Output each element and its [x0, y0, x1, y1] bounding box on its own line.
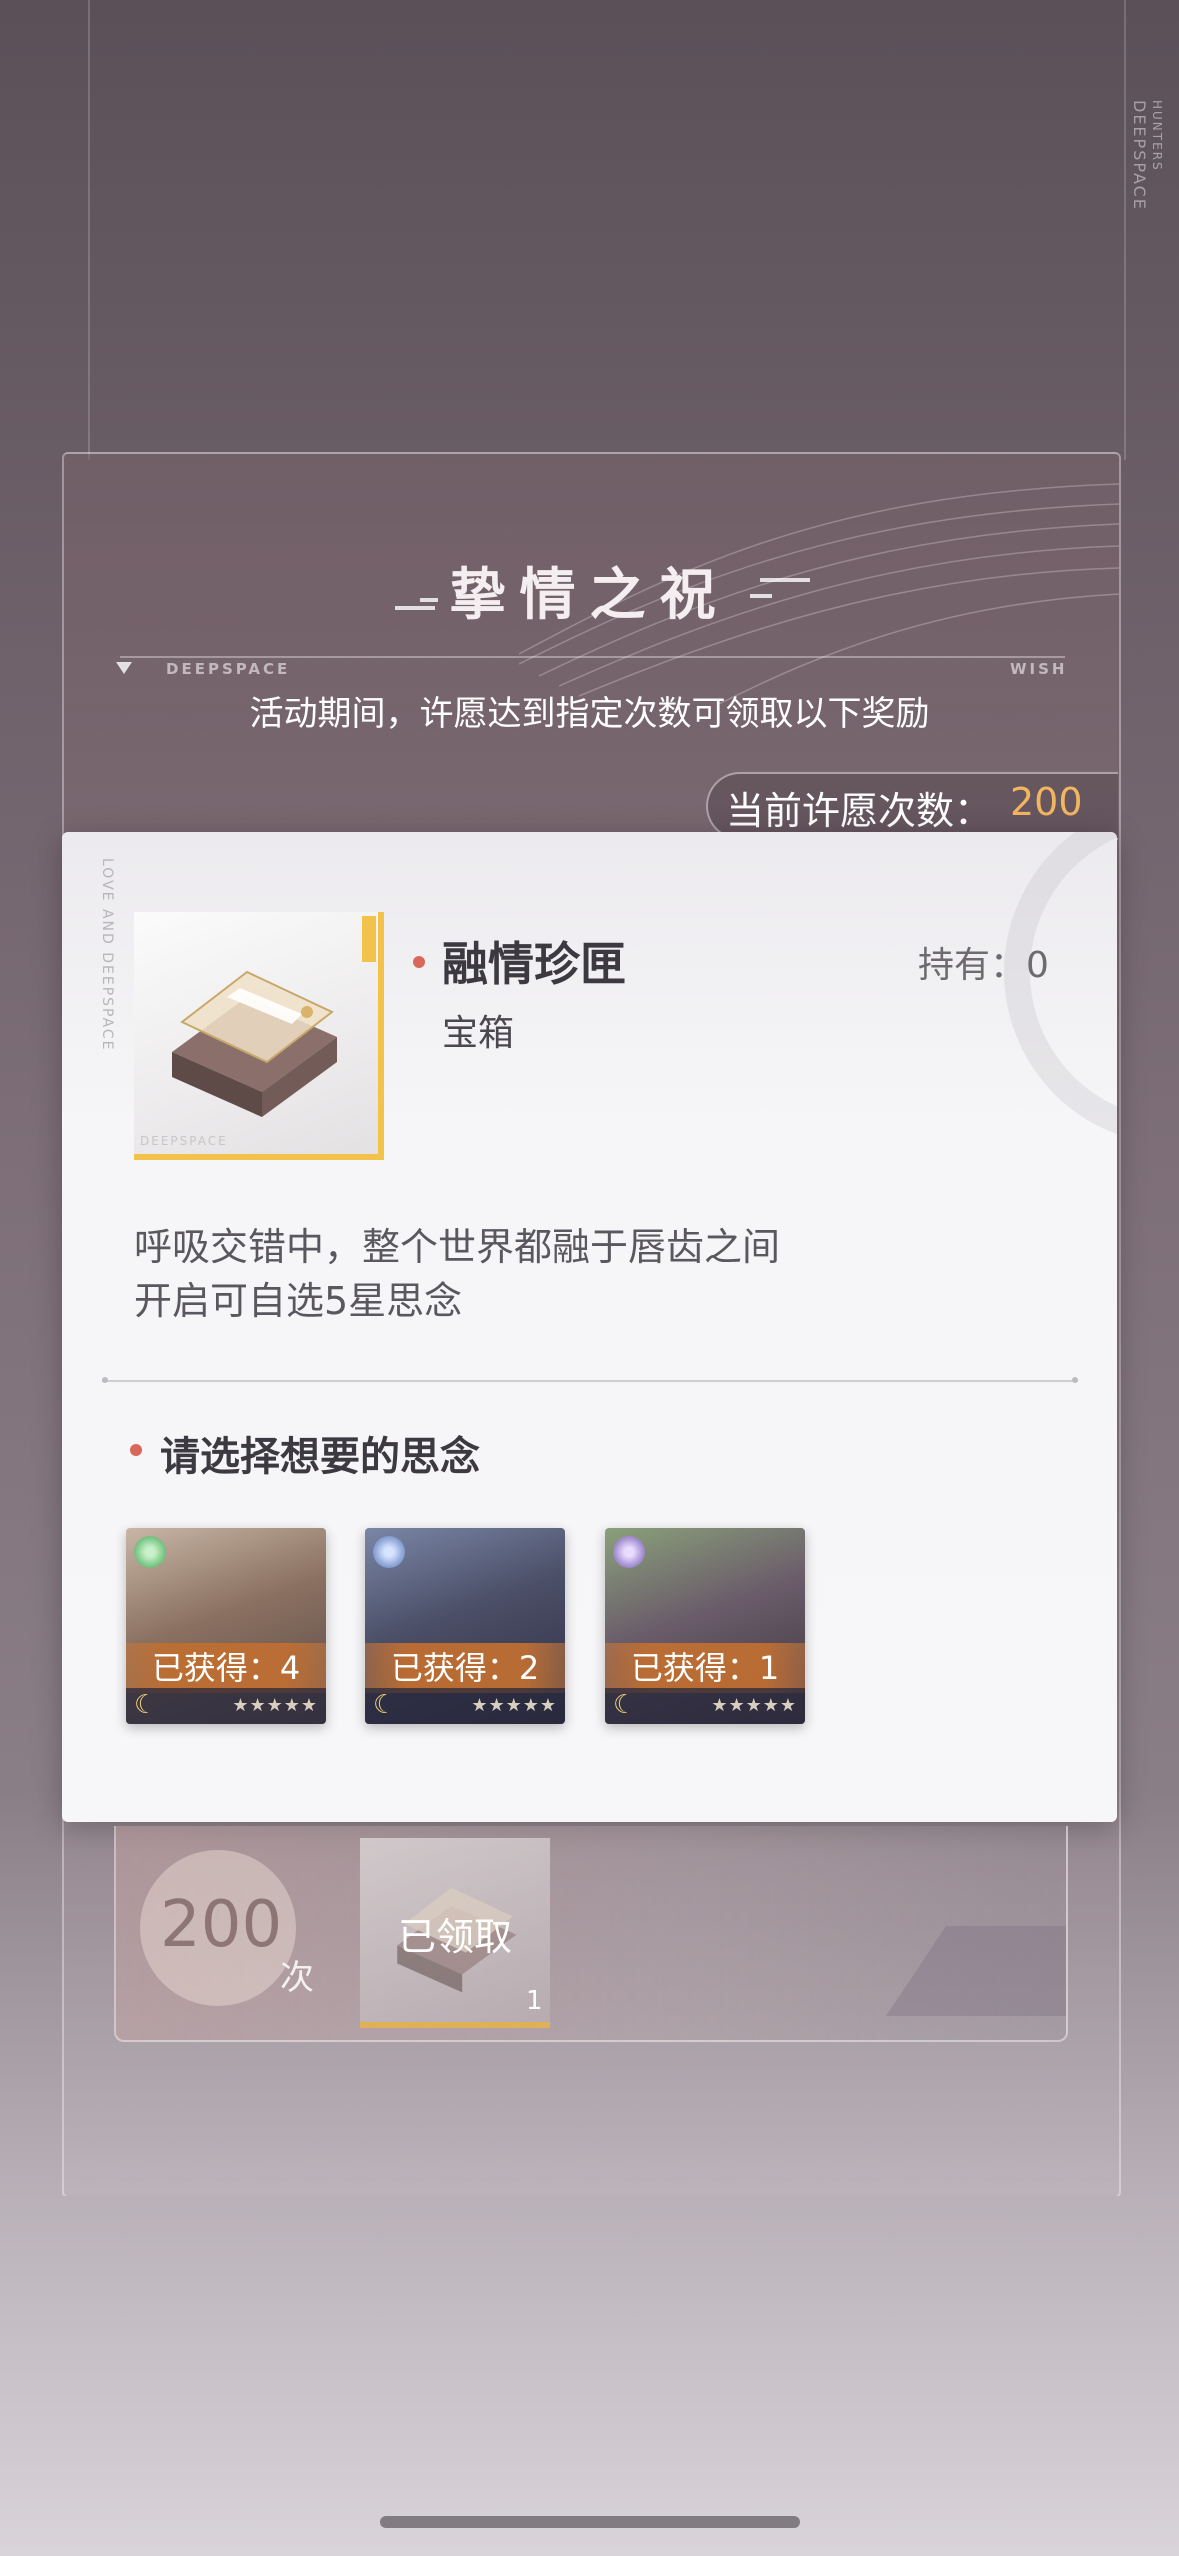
header-divider — [120, 656, 1065, 658]
card-side-label: LOVE AND DEEPSPACE — [99, 858, 115, 1052]
moon-icon: ☾ — [134, 1690, 158, 1720]
memory-option-3[interactable]: 已获得：1 ☾ ★★★★★ — [605, 1528, 805, 1724]
star-rating: ★★★★★ — [711, 1695, 797, 1716]
item-description: 呼吸交错中，整个世界都融于唇齿之间 开启可自选5星思念 — [134, 1220, 780, 1328]
corner-brand: DEEPSPACE — [1130, 100, 1149, 211]
title-ornament-right — [750, 594, 772, 598]
moon-icon: ☾ — [613, 1690, 637, 1720]
corner-brand-sub: HUNTERS — [1150, 100, 1164, 172]
orb-icon — [134, 1536, 166, 1568]
obtained-count: 已获得：4 — [126, 1643, 326, 1693]
moon-icon: ☾ — [373, 1690, 397, 1720]
star-rating: ★★★★★ — [471, 1695, 557, 1716]
decorative-line — [1124, 0, 1126, 460]
reward-quantity: 1 — [526, 1986, 543, 2016]
item-holding-count: 持有：0 — [918, 945, 1049, 986]
treasure-box-icon — [172, 970, 337, 1117]
label-deepspace: DEEPSPACE — [166, 660, 291, 678]
memory-option-1[interactable]: 已获得：4 ☾ ★★★★★ — [126, 1528, 326, 1724]
event-description: 活动期间，许愿达到指定次数可领取以下奖励 — [249, 694, 930, 734]
memory-option-2[interactable]: 已获得：2 ☾ ★★★★★ — [365, 1528, 565, 1724]
wish-threshold-unit: 次 — [280, 1958, 314, 1998]
claimed-status: 已领取 — [397, 1915, 512, 1959]
page-title: 挚情之祝 — [449, 562, 730, 628]
bullet-icon — [413, 956, 425, 968]
orb-icon — [373, 1536, 405, 1568]
description-line: 呼吸交错中，整个世界都融于唇齿之间 — [134, 1225, 781, 1269]
rarity-tag — [362, 916, 376, 962]
orb-icon — [613, 1536, 645, 1568]
decorative-triangles — [886, 1926, 1066, 2016]
star-rating: ★★★★★ — [232, 1695, 318, 1716]
item-thumbnail[interactable]: DEEPSPACE — [134, 912, 384, 1160]
triangle-icon — [116, 662, 132, 674]
decorative-ring — [1004, 832, 1117, 1135]
label-wish: WISH — [1010, 660, 1068, 678]
obtained-count: 已获得：2 — [365, 1643, 565, 1693]
item-type: 宝箱 — [442, 1013, 515, 1054]
wish-count-label: 当前许愿次数： — [726, 789, 993, 833]
item-name: 融情珍匣 — [442, 937, 626, 991]
description-line: 开启可自选5星思念 — [134, 1279, 463, 1323]
choose-memory-title: 请选择想要的思念 — [160, 1433, 480, 1480]
obtained-count: 已获得：1 — [605, 1643, 805, 1693]
wish-count-value: 200 — [1010, 780, 1083, 824]
thumb-brand: DEEPSPACE — [140, 1134, 228, 1148]
wish-threshold-value: 200 — [160, 1888, 283, 1962]
title-ornament-right-small — [760, 578, 810, 582]
home-indicator[interactable] — [380, 2516, 800, 2528]
bullet-icon — [130, 1444, 142, 1456]
section-divider — [102, 1377, 1078, 1383]
decorative-line — [88, 0, 90, 460]
